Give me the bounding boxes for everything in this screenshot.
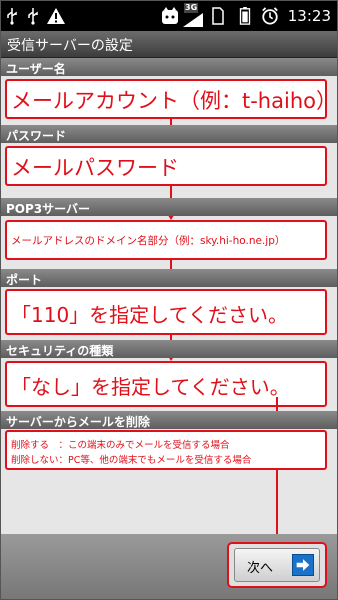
port-field[interactable]: 「110」を指定してください。 — [5, 289, 327, 335]
password-header: パスワード — [1, 125, 337, 143]
security-type-value: 「なし」を指定してください。 — [11, 375, 290, 399]
pop3-server-header: POP3サーバー — [1, 198, 337, 216]
security-type-label: セキュリティの種類 — [6, 344, 114, 358]
clock-time: 13:23 — [287, 7, 331, 25]
arrow-right-icon — [292, 554, 314, 576]
alarm-icon — [262, 7, 278, 25]
delete-info-line: 削除しない：PC等、他の端末でもメールを受信する場合 — [11, 455, 252, 466]
port-value: 「110」を指定してください。 — [11, 303, 288, 327]
password-value: メールパスワード — [11, 156, 179, 180]
username-header: ユーザー名 — [1, 58, 337, 76]
next-button-label: 次へ — [247, 561, 274, 576]
screen-title: 受信サーバーの設定 — [7, 38, 133, 54]
delete-info-line: 削除する ：この端末のみでメールを受信する場合 — [11, 440, 230, 451]
password-field[interactable]: メールパスワード — [5, 146, 327, 186]
warning-icon — [47, 8, 65, 24]
flow-arrow-line — [276, 470, 278, 540]
cat-icon — [162, 7, 178, 24]
security-type-header: セキュリティの種類 — [1, 340, 337, 358]
screen-title-bar: 受信サーバーの設定 — [1, 31, 337, 58]
delete-info-box: 削除する ：この端末のみでメールを受信する場合 削除しない：PC等、他の端末でも… — [5, 430, 327, 470]
pop3-server-value: メールアドレスのドメイン名部分（例：sky.hi-ho.ne.jp） — [11, 235, 286, 247]
status-bar: 3G 13:23 — [1, 1, 337, 31]
pop3-server-field[interactable]: メールアドレスのドメイン名部分（例：sky.hi-ho.ne.jp） — [5, 220, 327, 260]
username-label: ユーザー名 — [6, 62, 66, 76]
port-label: ポート — [6, 273, 43, 287]
next-button-highlight[interactable]: 次へ — [227, 542, 327, 588]
pop3-server-label: POP3サーバー — [6, 202, 91, 216]
usb-icon — [28, 8, 38, 25]
username-field[interactable]: メールアカウント（例：t-haiho） — [5, 79, 327, 119]
phone-screen: 3G 13:23 受信サーバーの設定 ユーザー名 メールアカウント（例：t-ha… — [0, 0, 338, 600]
username-value: メールアカウント（例：t-haiho） — [11, 89, 327, 113]
password-label: パスワード — [6, 129, 67, 143]
network-type: 3G — [184, 3, 199, 13]
port-header: ポート — [1, 269, 337, 287]
next-button[interactable]: 次へ — [234, 548, 320, 582]
delete-from-server-header: サーバーからメールを削除 — [1, 411, 337, 429]
battery-icon — [239, 7, 251, 25]
security-type-field[interactable]: 「なし」を指定してください。 — [5, 361, 327, 407]
delete-from-server-label: サーバーからメールを削除 — [6, 415, 150, 429]
signal-icon — [183, 13, 203, 27]
usb-icon — [7, 8, 17, 25]
sim-icon — [212, 7, 224, 25]
